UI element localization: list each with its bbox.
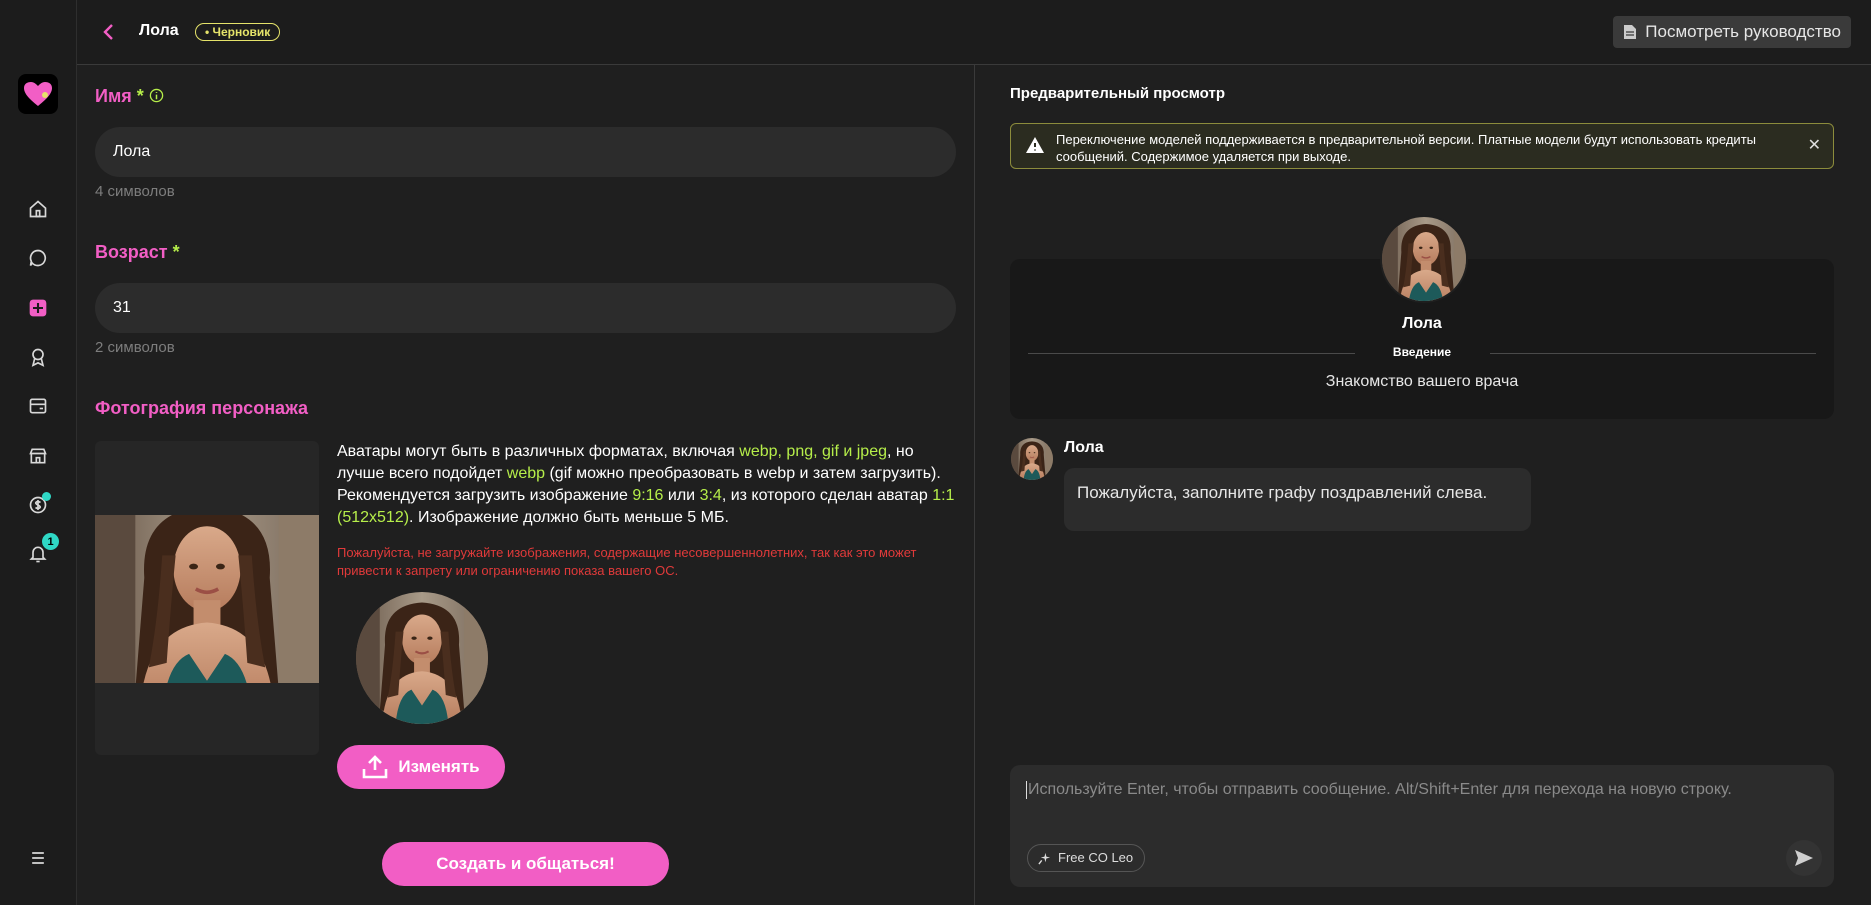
age-label: Возраст * [95, 242, 180, 263]
chat-icon[interactable] [26, 246, 50, 270]
alert-text: Переключение моделей поддерживается в пр… [1056, 132, 1756, 164]
document-icon [1624, 25, 1637, 39]
character-form: Имя * Лола 4 символов Возраст * 31 2 сим… [77, 65, 974, 905]
top-bar: Лола • Черновик Посмотреть руководство [77, 0, 1871, 65]
preview-panel: Предварительный просмотр Переключение мо… [975, 65, 1871, 905]
view-guide-button[interactable]: Посмотреть руководство [1613, 16, 1851, 48]
bell-icon[interactable]: 1 [26, 533, 59, 566]
close-icon[interactable]: ✕ [1808, 135, 1821, 155]
notification-badge: 1 [42, 533, 59, 550]
upload-icon [363, 755, 388, 779]
coin-icon[interactable] [26, 492, 51, 517]
model-selector-label: Free CO Leo [1058, 850, 1134, 865]
desc-text-4: или [663, 487, 700, 504]
minor-warning: Пожалуйста, не загружайте изображения, с… [337, 545, 917, 578]
desc-text-5: , из которого сделан аватар [721, 487, 933, 504]
age-label-text: Возраст [95, 242, 168, 262]
preview-title: Предварительный просмотр [1010, 85, 1225, 102]
draft-badge: • Черновик [195, 23, 281, 41]
menu-icon[interactable] [26, 846, 50, 870]
name-char-count: 4 символов [95, 183, 175, 200]
avatar-format-description: Аватары могут быть в различных форматах,… [337, 441, 957, 529]
intro-label: Введение [1392, 345, 1452, 359]
heart-logo-icon [24, 82, 52, 106]
send-icon [1795, 850, 1813, 866]
badge-icon[interactable] [26, 345, 50, 369]
chevron-left-icon [103, 24, 113, 40]
create-icon[interactable] [26, 296, 50, 320]
info-icon[interactable] [149, 88, 164, 103]
back-button[interactable] [99, 22, 119, 42]
store-icon[interactable] [26, 444, 50, 468]
desc-text-6: . Изображение должно быть меньше 5 МБ. [409, 509, 729, 526]
view-guide-label: Посмотреть руководство [1645, 22, 1841, 41]
desc-ratio-1: 9:16 [632, 487, 664, 504]
character-photo [95, 515, 319, 683]
send-button[interactable] [1786, 840, 1822, 876]
card-icon[interactable] [26, 394, 50, 418]
name-label-text: Имя [95, 86, 132, 106]
sparkle-icon [1038, 852, 1051, 865]
age-required-marker: * [172, 242, 180, 262]
age-input[interactable]: 31 [95, 283, 956, 333]
message-composer: Используйте Enter, чтобы отправить сообщ… [1010, 765, 1834, 887]
warning-icon [1026, 137, 1044, 153]
message-author: Лола [1064, 439, 1104, 456]
character-name: Лола [139, 22, 179, 39]
create-and-chat-button[interactable]: Создать и общаться! [382, 842, 669, 886]
desc-formats: webp, png, gif и jpeg [739, 443, 887, 460]
desc-webp: webp [506, 465, 546, 482]
message-input[interactable]: Используйте Enter, чтобы отправить сообщ… [1026, 781, 1816, 799]
avatar-preview [356, 592, 488, 724]
model-selector[interactable]: Free CO Leo [1027, 844, 1146, 872]
age-char-count: 2 символов [95, 339, 175, 356]
change-photo-label: Изменять [398, 757, 480, 776]
photo-label: Фотография персонажа [95, 398, 309, 418]
name-label: Имя * [95, 86, 164, 107]
intro-character-name: Лола [1402, 315, 1442, 332]
message-avatar [1011, 438, 1053, 480]
intro-avatar [1380, 215, 1468, 303]
desc-text-1: Аватары могут быть в различных форматах,… [337, 443, 740, 460]
message-bubble: Пожалуйста, заполните графу поздравлений… [1064, 468, 1531, 531]
logo[interactable] [18, 74, 58, 114]
model-switch-alert: Переключение моделей поддерживается в пр… [1010, 123, 1834, 169]
name-input[interactable]: Лола [95, 127, 956, 177]
desc-ratio-2: 3:4 [699, 487, 722, 504]
change-photo-button[interactable]: Изменять [337, 745, 505, 789]
app-root: 1 Лола • Черновик Посмотреть руководство… [0, 0, 1871, 905]
sidebar: 1 [0, 0, 77, 905]
coin-notification-dot [42, 492, 51, 501]
intro-text: Знакомство вашего врача [1325, 373, 1519, 390]
home-icon[interactable] [26, 197, 50, 221]
name-required-marker: * [136, 86, 144, 106]
photo-preview-box[interactable] [95, 441, 319, 755]
